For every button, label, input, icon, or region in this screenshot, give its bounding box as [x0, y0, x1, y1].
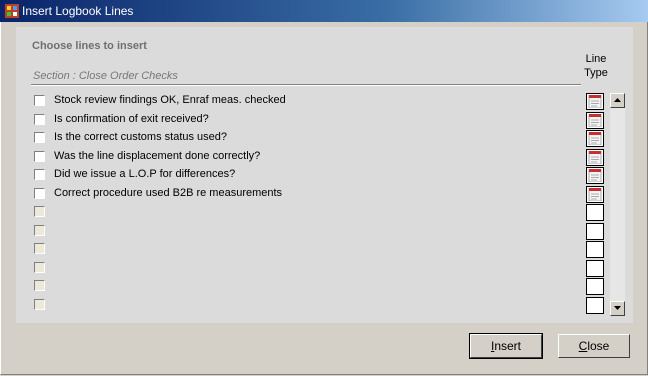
line-checkbox[interactable] [34, 150, 45, 162]
app-icon [5, 4, 19, 18]
line-checkbox[interactable] [34, 224, 45, 236]
line-type-cell[interactable] [586, 259, 604, 277]
line-type-cell[interactable] [586, 148, 604, 166]
line-checkbox[interactable] [34, 243, 45, 254]
section-divider [31, 84, 581, 86]
line-type-header-line1: Line [585, 53, 607, 65]
scroll-down-button[interactable] [610, 301, 625, 316]
line-checkbox[interactable] [34, 206, 45, 217]
title-bar: Insert Logbook Lines [0, 0, 648, 22]
document-icon [588, 132, 602, 145]
document-icon [588, 169, 602, 182]
line-checkbox[interactable] [34, 298, 45, 310]
line-type-cell[interactable] [586, 111, 604, 129]
section-label: Section : Close Order Checks [33, 70, 178, 82]
line-type-cell[interactable] [586, 185, 604, 203]
line-type-cell[interactable] [586, 241, 604, 258]
line-type-header: Line Type [580, 52, 612, 80]
list-item[interactable] [34, 278, 604, 295]
lines-scrollbar[interactable] [610, 93, 625, 316]
list-item[interactable]: Is the correct customs status used? [34, 130, 604, 147]
document-icon [588, 113, 602, 127]
document-icon [588, 187, 602, 201]
arrow-down-icon [614, 306, 621, 310]
document-icon [588, 95, 602, 108]
line-text: Is confirmation of exit received? [54, 112, 209, 125]
line-checkbox[interactable] [34, 280, 45, 291]
line-type-cell[interactable] [586, 130, 604, 147]
close-button[interactable]: Close [558, 334, 630, 358]
panel-heading: Choose lines to insert [32, 40, 147, 52]
list-item[interactable] [34, 204, 604, 221]
list-item[interactable]: Stock review findings OK, Enraf meas. ch… [34, 93, 604, 110]
arrow-up-icon [614, 98, 621, 102]
list-item[interactable]: Correct procedure used B2B re measuremen… [34, 185, 604, 203]
document-icon [588, 150, 602, 164]
scroll-up-button[interactable] [610, 93, 625, 108]
line-text: Was the line displacement done correctly… [54, 149, 261, 162]
line-checkbox[interactable] [34, 132, 45, 143]
list-item[interactable] [34, 222, 604, 240]
line-checkbox[interactable] [34, 261, 45, 273]
line-text: Is the correct customs status used? [54, 131, 228, 143]
close-label: lose [587, 339, 610, 353]
list-item[interactable] [34, 241, 604, 258]
window-title: Insert Logbook Lines [22, 4, 134, 18]
line-type-cell[interactable] [586, 167, 604, 184]
insert-button[interactable]: Insert [469, 333, 543, 359]
line-type-cell[interactable] [586, 296, 604, 314]
line-type-cell[interactable] [586, 222, 604, 240]
list-item[interactable]: Did we issue a L.O.P for differences? [34, 167, 604, 184]
line-checkbox[interactable] [34, 169, 45, 180]
line-checkbox[interactable] [34, 95, 45, 106]
line-text: Did we issue a L.O.P for differences? [54, 168, 236, 180]
line-text: Stock review findings OK, Enraf meas. ch… [54, 94, 286, 106]
list-item[interactable] [34, 296, 604, 314]
line-text: Correct procedure used B2B re measuremen… [54, 186, 283, 199]
line-checkbox[interactable] [34, 187, 45, 199]
line-type-cell[interactable] [586, 204, 604, 221]
line-checkbox[interactable] [34, 113, 45, 125]
list-item[interactable]: Is confirmation of exit received? [34, 111, 604, 129]
line-type-cell[interactable] [586, 93, 604, 110]
line-type-cell[interactable] [586, 278, 604, 295]
insert-label: nsert [494, 339, 522, 353]
line-type-header-line2: Type [584, 67, 608, 79]
list-item[interactable] [34, 259, 604, 277]
list-item[interactable]: Was the line displacement done correctly… [34, 148, 604, 166]
